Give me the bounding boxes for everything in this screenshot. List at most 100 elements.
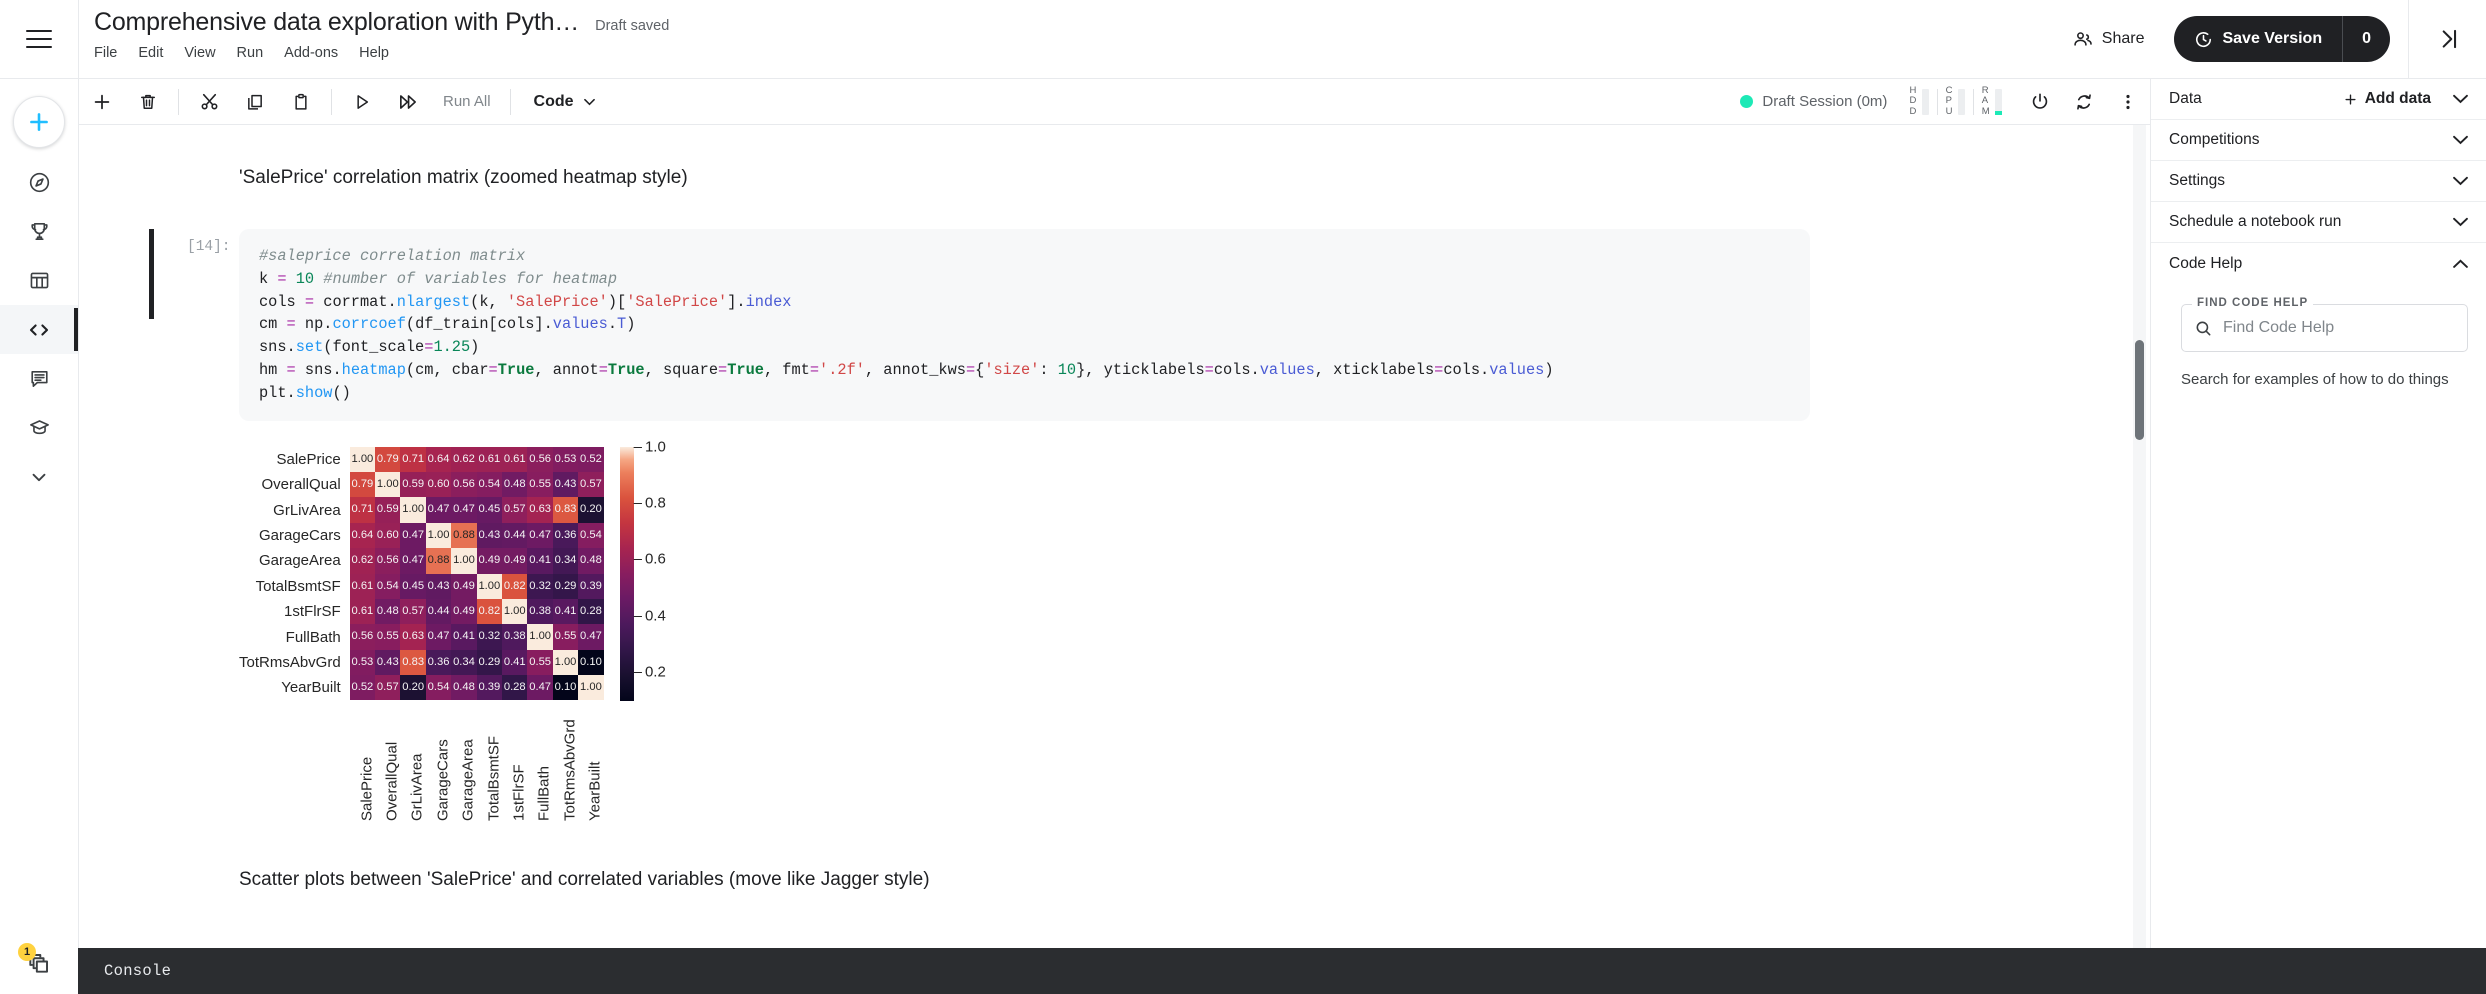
meter-hdd[interactable]: HDD <box>1901 85 1936 118</box>
heatmap-x-tick-label: TotalBsmtSF <box>485 735 503 821</box>
heatmap-cell: 0.45 <box>400 573 426 599</box>
menu-item-run[interactable]: Run <box>237 45 264 61</box>
sidebar-item-datasets[interactable] <box>0 256 78 305</box>
panel-section-schedule-title: Schedule a notebook run <box>2169 213 2342 230</box>
menu-item-addons[interactable]: Add-ons <box>284 45 338 61</box>
save-version-button[interactable]: Save Version 0 <box>2174 16 2390 62</box>
cell-execution-count: [14]: <box>187 239 231 255</box>
heatmap-cell: 0.36 <box>552 522 579 549</box>
colorbar-tick-label: 0.2 <box>634 664 666 681</box>
delete-cell-button[interactable] <box>125 79 171 125</box>
sidebar-item-more[interactable] <box>0 452 78 501</box>
notebook-scroll-area[interactable]: 'SalePrice' correlation matrix (zoomed h… <box>79 125 2150 994</box>
sidebar-item-competitions[interactable] <box>0 207 78 256</box>
heatmap-colorbar: 1.0 0.8 0.6 0.4 0.2 <box>619 438 680 701</box>
colorbar-tick-labels: 1.0 0.8 0.6 0.4 0.2 <box>634 438 680 701</box>
notebook-scrollbar-track[interactable] <box>2133 125 2146 994</box>
cut-cell-button[interactable] <box>186 79 232 125</box>
add-data-button[interactable]: Add data <box>2343 90 2431 108</box>
heatmap-cell: 0.62 <box>451 446 477 472</box>
heatmap-x-tick-labels: SalePrice OverallQual GrLivArea GarageCars G… <box>350 701 2150 821</box>
save-version-count[interactable]: 0 <box>2342 16 2390 62</box>
share-button[interactable]: Share <box>2059 21 2159 57</box>
colorbar-tick-label: 1.0 <box>634 438 666 455</box>
meter-cpu[interactable]: CPU <box>1938 85 1973 118</box>
cell-type-label: Code <box>533 92 574 110</box>
heatmap-cell: 1.00 <box>476 573 503 599</box>
chevron-down-icon[interactable] <box>2453 135 2468 145</box>
meter-cpu-bar <box>1957 88 1965 115</box>
code-help-search-input[interactable] <box>2223 319 2455 337</box>
chevron-down-icon <box>583 98 595 106</box>
paste-cell-button[interactable] <box>278 79 324 125</box>
heatmap-cell: 0.48 <box>502 471 528 498</box>
more-options-button[interactable] <box>2106 79 2150 125</box>
heatmap-grid: 1.00 0.79 0.71 0.64 0.62 0.61 0.61 0.56 0.53 0.52… <box>349 446 604 701</box>
code-editor[interactable]: #saleprice correlation matrix k = 10 #nu… <box>239 229 1810 421</box>
run-cell-button[interactable] <box>339 79 385 125</box>
run-all-button[interactable]: Run All <box>431 93 503 110</box>
heatmap-cell: 0.20 <box>400 675 426 701</box>
restart-button[interactable] <box>2062 79 2106 125</box>
menu-item-view[interactable]: View <box>184 45 215 61</box>
add-data-label: Add data <box>2364 90 2431 107</box>
heatmap-cell: 0.88 <box>425 548 452 574</box>
cell-selection-bar <box>149 229 154 319</box>
panel-section-code-help[interactable]: Code Help <box>2151 243 2486 284</box>
panel-section-settings[interactable]: Settings <box>2151 161 2486 202</box>
heatmap-cell: 0.60 <box>425 471 452 498</box>
sidebar-item-discussions[interactable] <box>0 354 78 403</box>
cell-type-dropdown[interactable]: Code <box>518 93 611 111</box>
menu-item-help[interactable]: Help <box>359 45 389 61</box>
heatmap-cell: 1.00 <box>400 497 426 523</box>
chevron-down-icon[interactable] <box>2453 217 2468 227</box>
heatmap-x-tick-label: YearBuilt <box>586 761 604 821</box>
heatmap-cell: 0.64 <box>349 522 376 549</box>
sidebar-item-explore[interactable] <box>0 158 78 207</box>
heatmap-cell: 0.61 <box>502 446 528 472</box>
sidebar-item-code[interactable] <box>0 305 78 354</box>
console-bar[interactable]: Console <box>78 948 2486 994</box>
body: 1 Run All Code Draft Session (0m) H D D … <box>0 78 2486 994</box>
meter-ram-bar <box>1995 88 2002 115</box>
code-help-legend: FIND CODE HELP <box>2192 297 2314 309</box>
toolbar-divider-2 <box>331 88 332 115</box>
code-help-search-field[interactable]: FIND CODE HELP <box>2181 297 2468 352</box>
heatmap-cell: 0.36 <box>425 649 452 676</box>
active-events-button[interactable]: 1 <box>0 943 78 976</box>
collapse-panel-button[interactable] <box>2408 0 2486 78</box>
right-panel: Data Add data Competitions Settings Sche… <box>2150 79 2486 994</box>
chevron-up-icon[interactable] <box>2453 258 2468 269</box>
menu-item-edit[interactable]: Edit <box>138 45 163 61</box>
heatmap-cell: 0.47 <box>527 675 553 701</box>
heatmap-x-tick-label: GarageCars <box>434 738 452 821</box>
heatmap-cell: 0.47 <box>527 522 553 549</box>
notebook-scrollbar-thumb[interactable] <box>2135 340 2144 440</box>
menu-toggle-button[interactable] <box>0 0 78 78</box>
heatmap-cell: 1.00 <box>375 471 401 498</box>
markdown-heading-1: 'SalePrice' correlation matrix (zoomed h… <box>239 167 688 188</box>
add-cell-button[interactable] <box>79 79 125 125</box>
heatmap-x-tick-label: TotRmsAbvGrd <box>561 718 579 821</box>
heatmap-cell: 0.79 <box>375 446 401 472</box>
panel-section-schedule[interactable]: Schedule a notebook run <box>2151 202 2486 243</box>
heatmap-figure: SalePrice OverallQual GrLivArea GarageCars G… <box>239 438 2150 821</box>
heatmap-cell: 0.47 <box>578 624 604 650</box>
heatmap-cell: 0.56 <box>349 624 376 650</box>
menu-item-file[interactable]: File <box>94 45 117 61</box>
code-cell[interactable]: [14]: #saleprice correlation matrix k = … <box>79 229 2150 421</box>
heatmap-cell: 0.57 <box>502 497 528 523</box>
run-all-icon-button[interactable] <box>385 79 431 125</box>
create-new-button[interactable] <box>13 96 65 148</box>
panel-section-competitions[interactable]: Competitions <box>2151 120 2486 161</box>
kaggle-notebook-app: Comprehensive data exploration with Pyth… <box>0 0 2486 994</box>
draft-status: Draft saved <box>595 18 670 34</box>
chevron-down-icon[interactable] <box>2453 176 2468 186</box>
panel-section-data-title: Data <box>2169 90 2202 107</box>
sidebar-item-learn[interactable] <box>0 403 78 452</box>
copy-cell-button[interactable] <box>232 79 278 125</box>
power-button[interactable] <box>2018 79 2062 125</box>
panel-section-data[interactable]: Data Add data <box>2151 79 2486 120</box>
chevron-down-icon[interactable] <box>2453 94 2468 104</box>
meter-ram[interactable]: RAM <box>1974 85 2010 118</box>
